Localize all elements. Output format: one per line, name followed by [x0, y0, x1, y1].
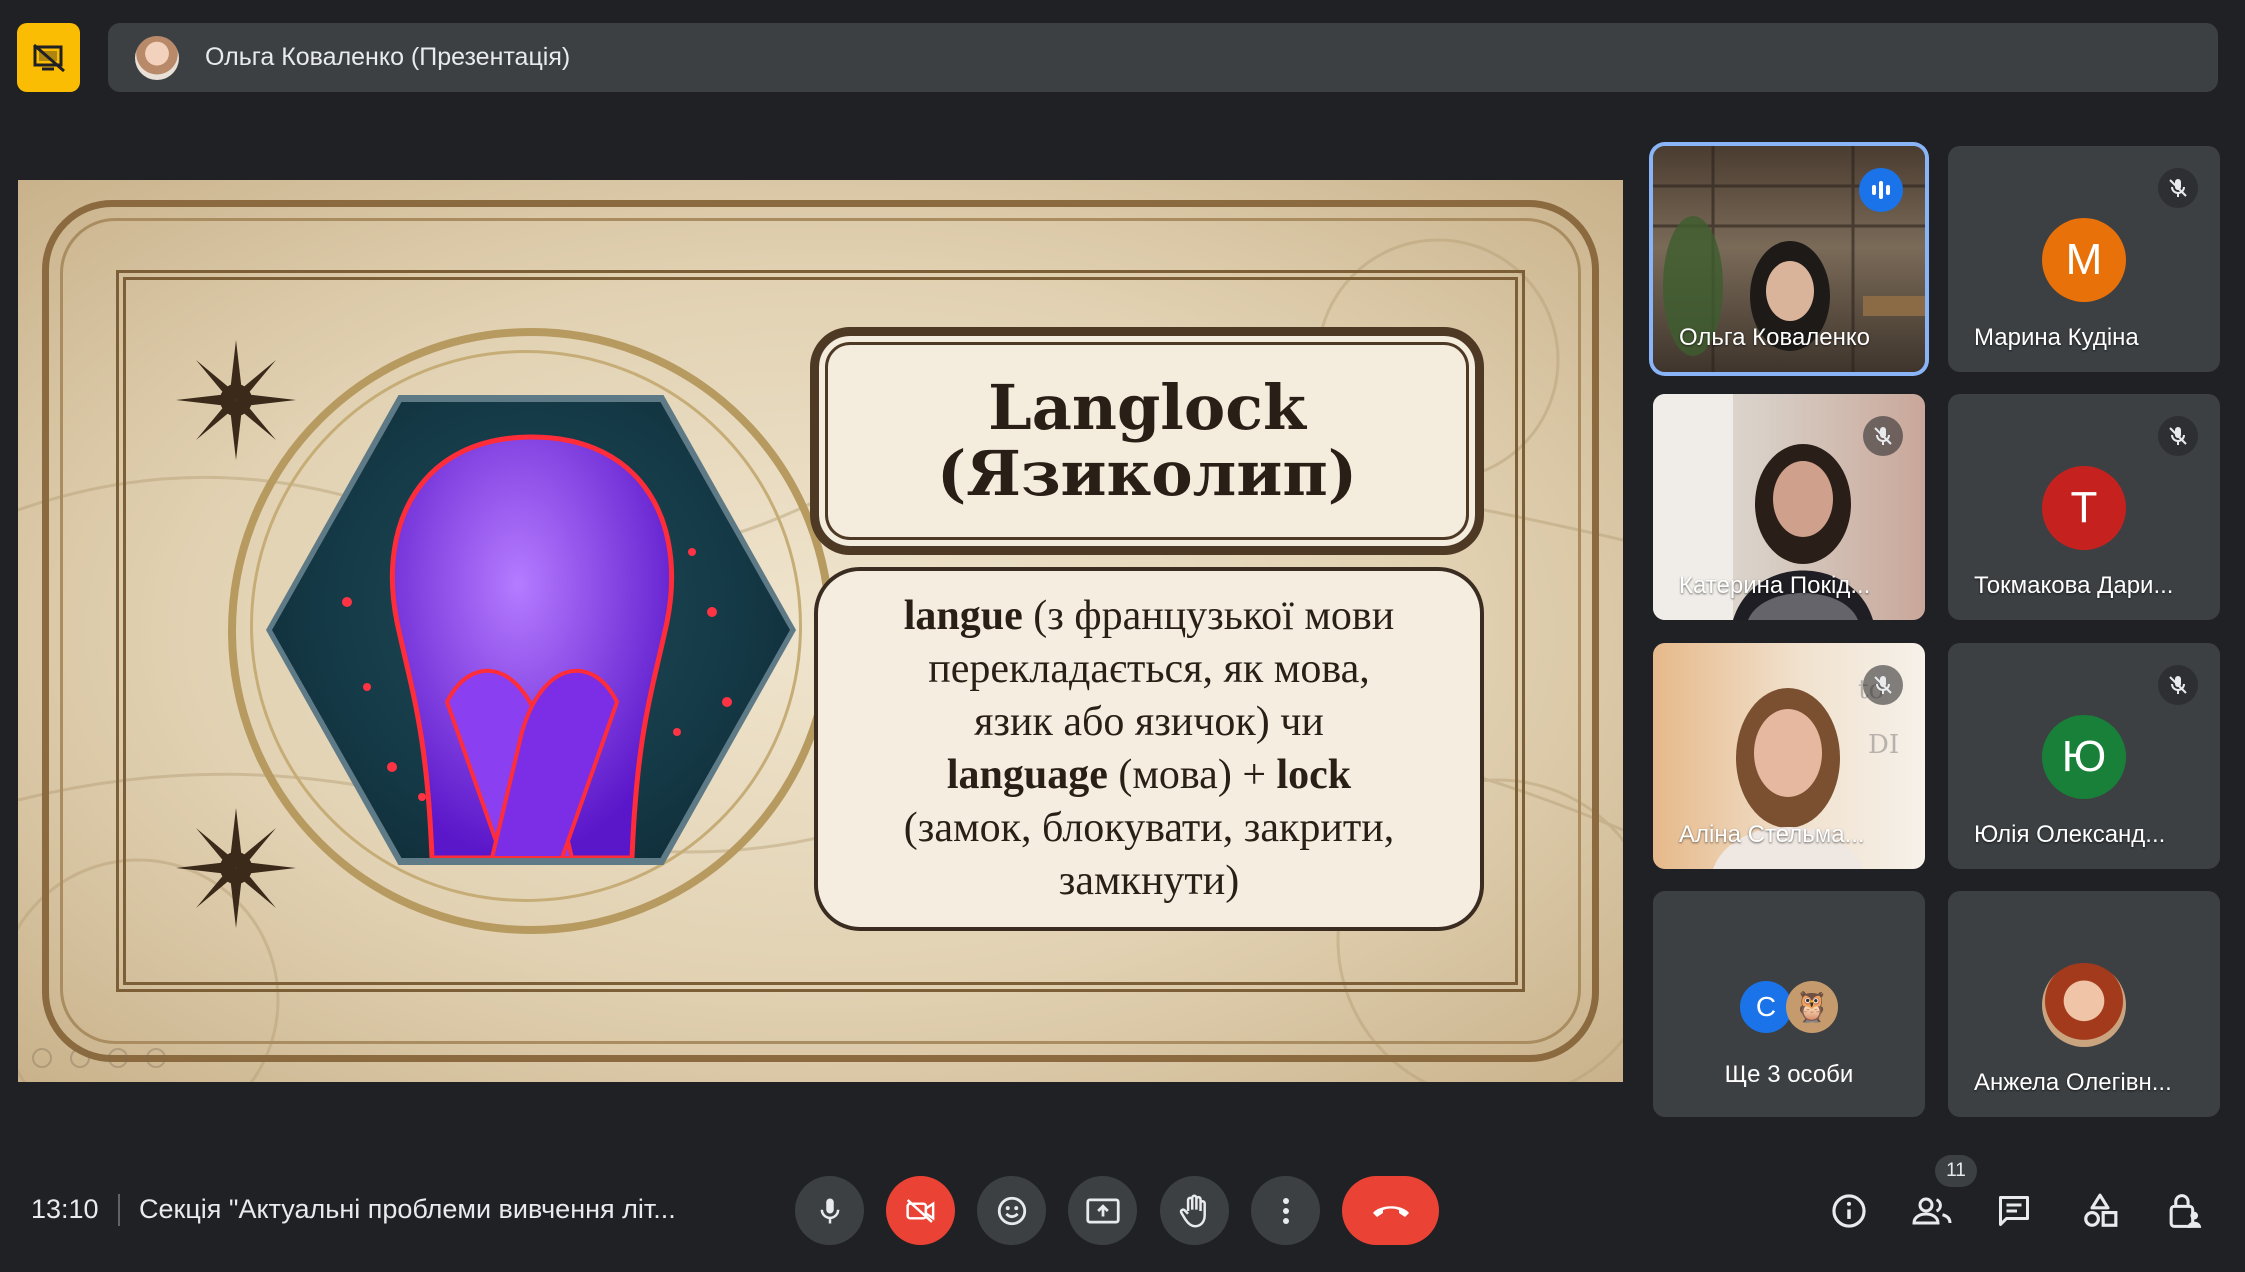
- mic-off-icon: [1863, 665, 1903, 705]
- people-icon: [1912, 1197, 1952, 1225]
- host-controls-button[interactable]: [2162, 1188, 2208, 1234]
- more-participants-label: Ще 3 особи: [1724, 1061, 1854, 1088]
- participant-tile[interactable]: Анжела Олегівн...: [1948, 891, 2220, 1117]
- more-participants-avatars: С 🦉: [1653, 981, 1925, 1033]
- participant-tile[interactable]: Катерина Покід...: [1653, 394, 1925, 620]
- lock-person-icon: [2169, 1194, 2202, 1228]
- play-icon[interactable]: [70, 1048, 90, 1068]
- participant-name: Анжела Олегівн...: [1974, 1069, 2172, 1096]
- microphone-button[interactable]: [795, 1176, 864, 1245]
- meeting-details-button[interactable]: [1826, 1188, 1872, 1234]
- mic-off-icon: [1863, 416, 1903, 456]
- presenter-avatar: [135, 35, 179, 80]
- spell-description-box: langue (з французької мови перекладаєтьс…: [814, 567, 1484, 931]
- prev-slide-icon[interactable]: [32, 1048, 52, 1068]
- participants-count-badge: 11: [1935, 1155, 1977, 1187]
- more-participants-tile[interactable]: С 🦉 Ще 3 особи: [1653, 891, 1925, 1117]
- present-screen-button[interactable]: [1068, 1176, 1137, 1245]
- pen-icon[interactable]: [108, 1048, 128, 1068]
- meeting-title: Секція "Актуальні проблеми вивчення літ.…: [139, 1194, 676, 1224]
- microphone-icon: [820, 1198, 839, 1223]
- description-line: перекладається, як мова,: [928, 646, 1370, 692]
- activities-icon: [2084, 1193, 2118, 1227]
- description-line: (замок, блокувати, закрити,: [903, 805, 1395, 851]
- participant-tile[interactable]: М Марина Кудіна: [1948, 146, 2220, 372]
- activities-button[interactable]: [2077, 1188, 2123, 1234]
- raise-hand-button[interactable]: [1160, 1176, 1229, 1245]
- description-line: замкнути): [1058, 858, 1240, 904]
- mic-off-icon: [2158, 665, 2198, 705]
- participant-tile[interactable]: Ю Юлія Олександ...: [1948, 643, 2220, 869]
- compass-star-icon: [176, 808, 296, 928]
- participant-name: Токмакова Дари...: [1974, 572, 2174, 599]
- chat-button[interactable]: [1991, 1188, 2037, 1234]
- participant-name: Марина Кудіна: [1974, 324, 2139, 351]
- bottom-divider: [118, 1194, 120, 1226]
- participant-avatar: Ю: [2042, 715, 2126, 799]
- description-line: язик або язичок) чи: [974, 699, 1324, 745]
- reactions-button[interactable]: [977, 1176, 1046, 1245]
- camera-off-icon: [905, 1198, 934, 1223]
- people-button[interactable]: [1909, 1188, 1955, 1234]
- present-screen-icon: [1085, 1198, 1120, 1223]
- spell-title-box: Langlock (Язиколип): [810, 327, 1484, 555]
- compass-star-icon: [176, 340, 296, 460]
- participant-name: Аліна Стельма...: [1679, 821, 1865, 848]
- participant-avatar: Т: [2042, 466, 2126, 550]
- mic-off-icon: [2158, 416, 2198, 456]
- participant-photo-avatar: [2042, 963, 2126, 1047]
- spell-title-line: (Язиколип): [936, 437, 1358, 510]
- camera-off-button[interactable]: [886, 1176, 955, 1245]
- mic-off-icon: [2158, 168, 2198, 208]
- slide-navigation[interactable]: [32, 1048, 166, 1068]
- participant-avatar: М: [2042, 218, 2126, 302]
- hand-icon: [1179, 1194, 1206, 1227]
- presenter-title: Ольга Коваленко (Презентація): [205, 43, 571, 71]
- emoji-icon: [997, 1196, 1026, 1225]
- description-line: langue (з французької мови: [903, 593, 1395, 639]
- zoom-icon[interactable]: [146, 1048, 166, 1068]
- participant-tile[interactable]: to DI Аліна Стельма...: [1653, 643, 1925, 869]
- participant-tile[interactable]: Ольга Коваленко: [1653, 146, 1925, 372]
- meeting-clock: 13:10: [31, 1194, 99, 1224]
- hang-up-icon: [1372, 1205, 1409, 1217]
- info-icon: [1832, 1194, 1866, 1228]
- description-line: language (мова) + lock: [946, 752, 1352, 798]
- speaking-indicator-icon: [1859, 168, 1903, 212]
- participant-avatar: С: [1740, 981, 1792, 1033]
- more-options-button[interactable]: [1251, 1176, 1320, 1245]
- participant-name: Катерина Покід...: [1679, 572, 1871, 599]
- leave-call-button[interactable]: [1342, 1176, 1439, 1245]
- presentation-indicator-icon[interactable]: [17, 23, 80, 92]
- svg-text:DI: DI: [1868, 730, 1899, 760]
- participant-name: Юлія Олександ...: [1974, 821, 2166, 848]
- owl-avatar-icon: 🦉: [1786, 981, 1838, 1033]
- chat-icon: [1999, 1196, 2029, 1226]
- shared-slide[interactable]: Langlock (Язиколип) langue (з французько…: [18, 180, 1623, 1082]
- presenter-bar[interactable]: Ольга Коваленко (Презентація): [108, 23, 2218, 92]
- spell-title-line: Langlock: [988, 371, 1306, 444]
- participant-name: Ольга Коваленко: [1679, 324, 1871, 351]
- participant-tile[interactable]: Т Токмакова Дари...: [1948, 394, 2220, 620]
- more-vert-icon: [1282, 1197, 1289, 1224]
